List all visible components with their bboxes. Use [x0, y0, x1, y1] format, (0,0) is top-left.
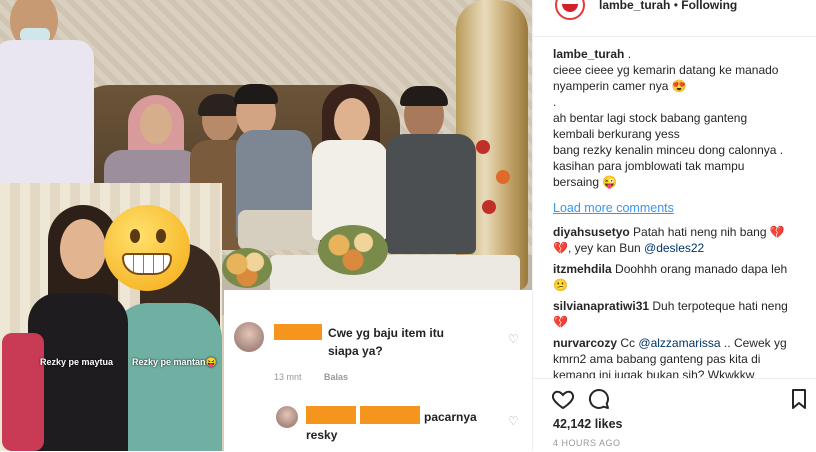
comment-item: diyahsusetyo Patah hati neng nih bang 💔 …	[553, 224, 803, 256]
caption-line: nyamperin camer nya 😍	[553, 79, 687, 93]
like-count[interactable]: 42,142 likes	[553, 417, 623, 431]
post-timestamp[interactable]: 4 HOURS AGO	[553, 438, 621, 448]
caption-suffix: .	[627, 47, 632, 61]
comment-text: Cc	[620, 336, 636, 350]
confused-face-icon: 😕	[553, 278, 568, 292]
broken-heart-icon: 💔	[553, 315, 568, 329]
screenshot-heart-icon: ♡	[508, 332, 519, 346]
load-more-comments-link[interactable]: Load more comments	[553, 201, 674, 215]
comment-text: Patah hati neng nih bang	[633, 225, 767, 239]
post-photo[interactable]: Rezky pe maytua Rezky pe mantan😝 Cwe yg …	[0, 0, 532, 451]
comment-username[interactable]: itzmehdila	[553, 262, 612, 276]
redaction-bar	[274, 324, 322, 340]
comment-username[interactable]: nurvarcozy	[553, 336, 617, 350]
caption-username[interactable]: lambe_turah	[553, 47, 624, 61]
photo-bouquet	[318, 225, 388, 275]
commenter-avatar	[234, 322, 264, 352]
heart-outline-icon[interactable]	[551, 387, 575, 411]
post-sidebar: lambe_turah • Following lambe_turah . ci…	[532, 0, 816, 452]
comment-item: nurvarcozy Cc @alzzamarissa .. Cewek yg …	[553, 335, 803, 378]
post-caption: lambe_turah . cieee cieee yg kemarin dat…	[553, 46, 803, 190]
caption-line: ah bentar lagi stock babang ganteng	[553, 111, 748, 125]
comment-username[interactable]: diyahsusetyo	[553, 225, 630, 239]
bookmark-icon[interactable]	[787, 387, 811, 411]
photo-table	[270, 255, 520, 295]
caption-line: bang rezky kenalin minceu dong calonnya …	[553, 143, 784, 157]
comment-text: , yey kan Bun	[567, 241, 641, 255]
broken-heart-icon: 💔	[553, 241, 568, 255]
inset-tag-left: Rezky pe maytua	[40, 357, 114, 367]
caption-line: cieee cieee yg kemarin datang ke manado	[553, 63, 779, 77]
comment-item: silvianapratiwi31 Duh terpoteque hati ne…	[553, 298, 803, 330]
comment-mention-link[interactable]: @alzzamarissa	[638, 336, 720, 350]
comment-text: Duh terpoteque hati neng	[652, 299, 788, 313]
screenshot-reply-link: Balas	[324, 372, 349, 382]
screenshot-comment-time: 13 mnt	[274, 372, 302, 382]
caption-line: kasihan para jomblowati tak mampu	[553, 159, 745, 173]
photo-bouquet-small	[222, 248, 272, 288]
commenter-avatar-2	[276, 406, 298, 428]
screenshot-comment-card: Cwe yg baju item itu siapa ya? 13 mnt Ba…	[224, 290, 532, 451]
caption-line: bersaing 😜	[553, 175, 618, 189]
broken-heart-icon: 💔	[769, 225, 785, 239]
comment-username[interactable]: silvianapratiwi31	[553, 299, 649, 313]
comment-bubble-icon[interactable]	[587, 387, 611, 411]
comment-text: Doohhh orang manado dapa leh	[615, 262, 788, 276]
caption-line: kembali berkurang yess	[553, 127, 680, 141]
pink-bag	[2, 333, 44, 451]
comment-mention-link[interactable]: @desles22	[644, 241, 704, 255]
comment-item: itzmehdila Doohhh orang manado dapa leh …	[553, 261, 803, 293]
screenshot-comment-text-2: pacarnya resky	[306, 410, 477, 442]
comments-section[interactable]: lambe_turah . cieee cieee yg kemarin dat…	[533, 0, 816, 378]
screenshot-heart-icon-2: ♡	[508, 414, 519, 428]
inset-tag-right: Rezky pe mantan😝	[132, 357, 217, 367]
caption-line: .	[553, 95, 557, 109]
screenshot-comment-text: Cwe yg baju item itu siapa ya?	[328, 326, 445, 358]
grimacing-emoji-icon	[104, 205, 190, 291]
